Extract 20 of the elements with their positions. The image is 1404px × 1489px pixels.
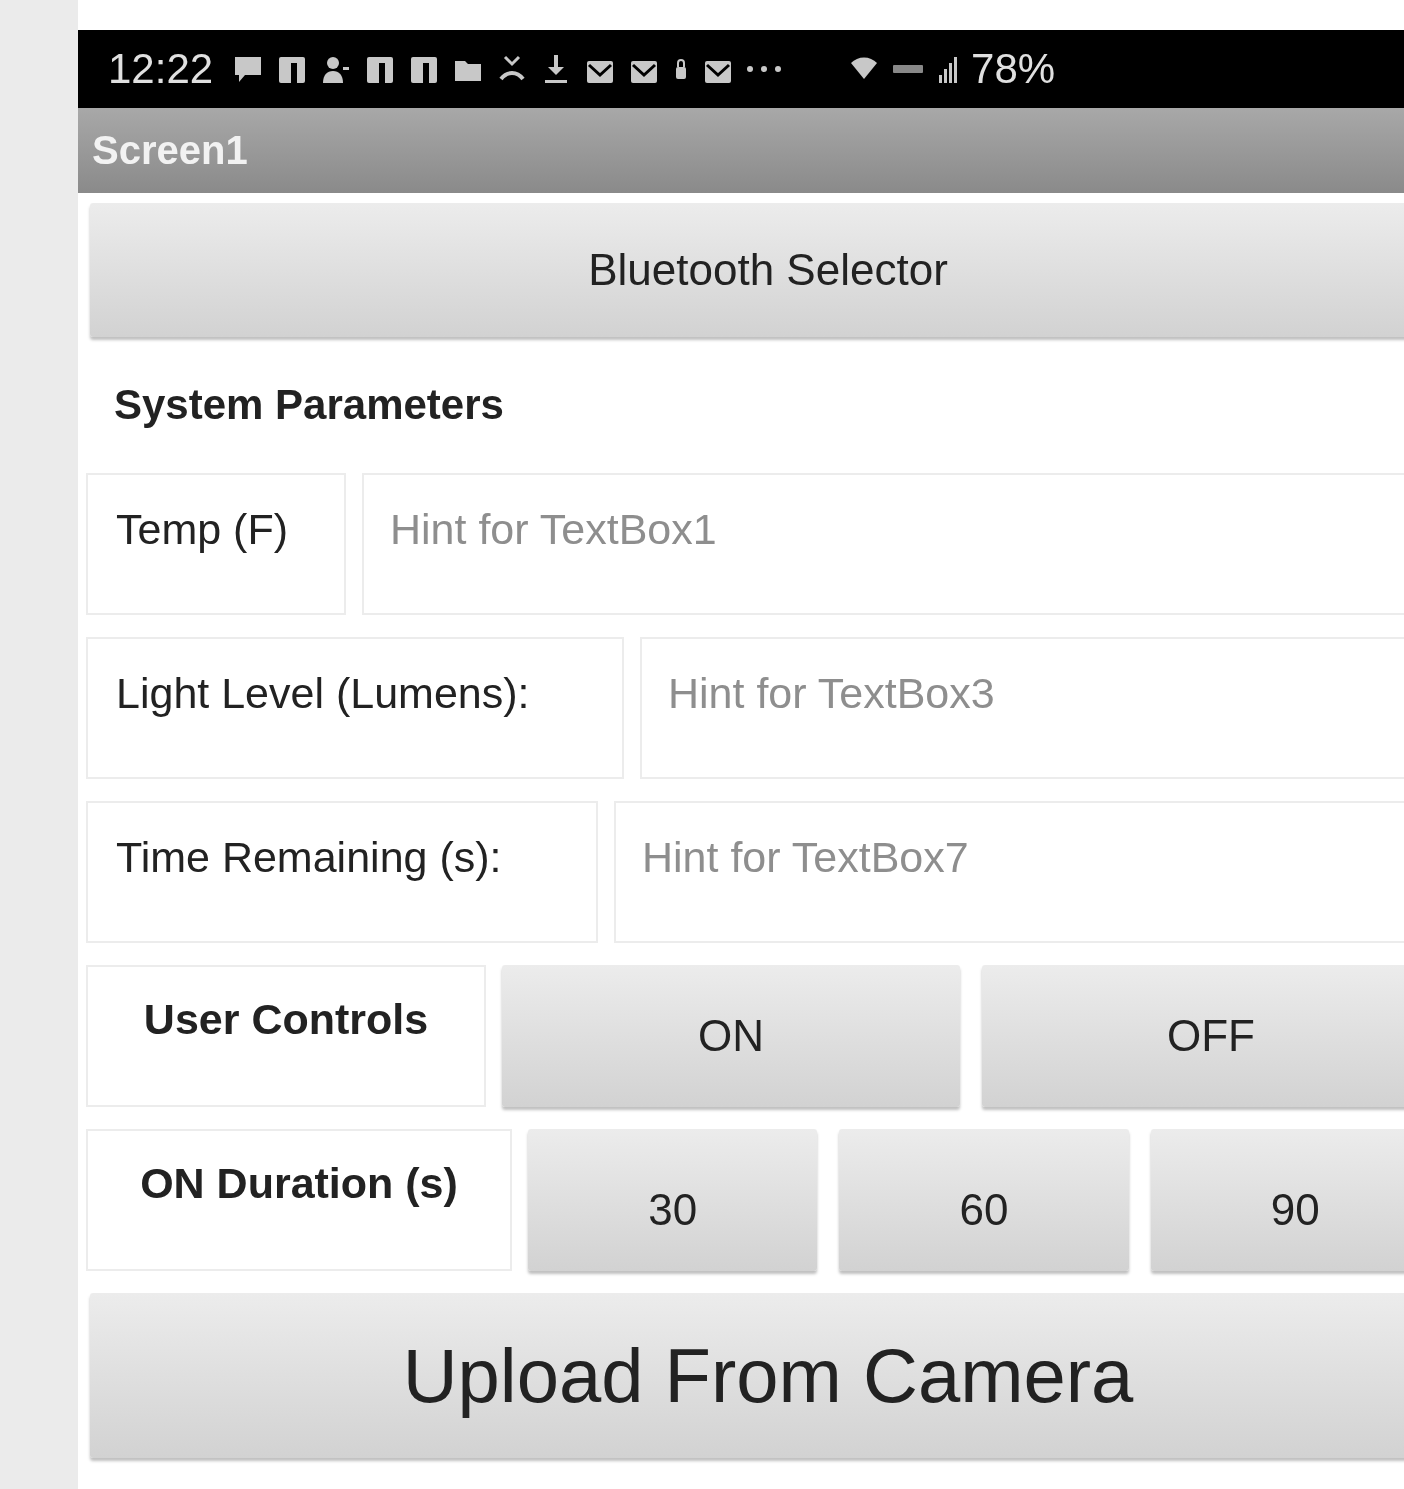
section-heading: System Parameters [113,380,504,430]
duration-button[interactable]: 90 [1150,1129,1404,1271]
bluetooth-selector-button[interactable]: Bluetooth Selector [90,203,1404,337]
field-label: Temp (F) [116,504,288,554]
duration-button[interactable]: 30 [528,1129,818,1271]
field-label: Light Level (Lumens): [116,668,530,718]
toggle-button[interactable]: OFF [982,965,1404,1107]
duration-button[interactable]: 60 [839,1129,1129,1271]
upload-button[interactable]: Upload From Camera [90,1293,1404,1458]
toggle-button[interactable]: ON [502,965,960,1107]
input-field[interactable]: Hint for TextBox1 [362,473,1404,615]
input-field[interactable]: Hint for TextBox7 [614,801,1404,943]
input-field[interactable]: Hint for TextBox3 [640,637,1404,779]
battery-percent: 78% [971,45,1056,93]
row-label: ON Duration (s) [140,1159,458,1208]
field-label: Time Remaining (s): [116,832,502,882]
row-label: User Controls [143,995,429,1044]
status-time: 12:22 [108,45,214,93]
more-icon [747,66,782,72]
screen-title: Screen1 [92,128,248,173]
